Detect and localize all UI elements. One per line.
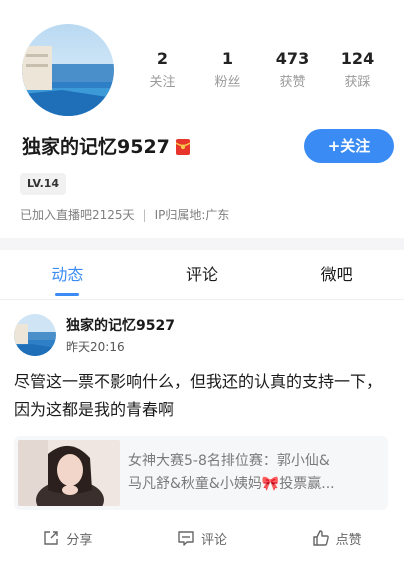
stat-value: 473	[275, 49, 310, 68]
tab-label: 微吧	[320, 265, 353, 284]
tab-weiba[interactable]: 微吧	[269, 250, 404, 299]
like-button[interactable]: 点赞	[269, 522, 404, 554]
tab-label: 评论	[186, 265, 219, 284]
post-author-avatar[interactable]	[14, 314, 56, 356]
active-tab-indicator	[55, 293, 80, 296]
stat-dislikes[interactable]: 124 获踩	[325, 48, 390, 91]
profile-avatar[interactable]	[22, 24, 114, 116]
stat-likes[interactable]: 473 获赞	[260, 48, 325, 91]
joined-days: 已加入直播吧2125天	[20, 208, 135, 222]
comment-button[interactable]: 评论	[135, 522, 270, 554]
post-timestamp: 昨天20:16	[66, 340, 125, 354]
info-divider: |	[142, 207, 147, 222]
follow-button[interactable]: +关注	[304, 129, 394, 163]
stat-value: 124	[340, 49, 375, 68]
share-button[interactable]: 分享	[0, 522, 135, 554]
stat-following[interactable]: 2 关注	[130, 48, 195, 91]
profile-stats: 2 关注 1 粉丝 473 获赞 124 获踩	[130, 48, 390, 91]
comment-icon	[178, 531, 194, 546]
profile-tabs: 动态 评论 微吧	[0, 250, 404, 300]
stat-label: 粉丝	[214, 75, 241, 90]
profile-name-row: 独家的记忆9527	[22, 134, 191, 160]
stat-value: 2	[156, 49, 169, 68]
post-author-name[interactable]: 独家的记忆9527	[66, 317, 175, 335]
post-actions: 分享 评论 点赞	[0, 522, 404, 554]
stat-label: 获赞	[279, 75, 306, 90]
tab-comments[interactable]: 评论	[135, 250, 270, 299]
thumbs-up-icon	[312, 530, 329, 546]
stat-followers[interactable]: 1 粉丝	[195, 48, 260, 91]
tab-posts[interactable]: 动态	[0, 250, 135, 299]
article-title-line-1: 女神大赛5-8名排位赛：郭小仙&	[128, 453, 330, 469]
level-badge: LV.14	[20, 173, 67, 195]
share-icon	[44, 531, 59, 545]
tab-label: 动态	[51, 265, 84, 284]
linked-article-card[interactable]: 女神大赛5-8名排位赛：郭小仙& 马凡舒&秋童&小姨妈🎀投票赢...	[14, 436, 388, 510]
stat-label: 获踩	[344, 75, 371, 90]
profile-username: 独家的记忆9527	[22, 136, 170, 158]
stat-label: 关注	[149, 75, 176, 90]
ip-location: IP归属地:广东	[154, 208, 230, 222]
like-label: 点赞	[335, 532, 362, 548]
article-title: 女神大赛5-8名排位赛：郭小仙& 马凡舒&秋童&小姨妈🎀投票赢...	[128, 450, 382, 496]
section-divider	[0, 238, 404, 250]
stat-value: 1	[221, 49, 234, 68]
comment-label: 评论	[201, 532, 228, 548]
article-thumbnail	[18, 440, 120, 506]
article-title-line-2: 马凡舒&秋童&小姨妈🎀投票赢...	[128, 476, 335, 492]
post-body[interactable]: 尽管这一票不影响什么，但我还的认真的支持一下，因为这都是我的青春啊	[14, 368, 394, 424]
share-label: 分享	[66, 532, 93, 548]
red-envelope-icon	[175, 139, 191, 155]
profile-info-row: 已加入直播吧2125天 | IP归属地:广东	[20, 206, 229, 223]
